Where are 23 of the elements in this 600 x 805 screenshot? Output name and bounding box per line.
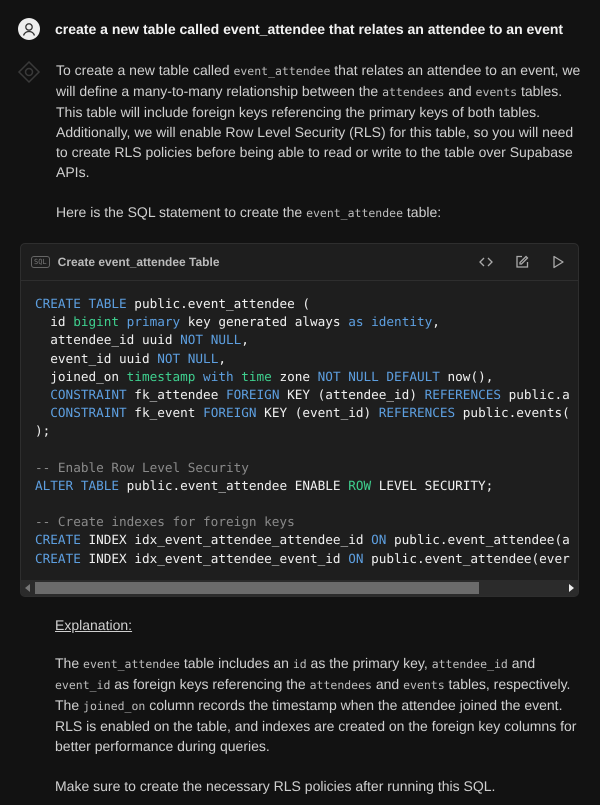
code-line: event_id uuid NOT NULL,: [49, 350, 227, 368]
code-line: CONSTRAINT fk_attendee FOREIGN KEY (attendee_id) REFERENCES public.a: [49, 386, 571, 404]
explanation-paragraph: The event_attendee table includes an id as the primary key, attendee_id and event_id as foreign keys referencing the attendees and events tables, respectively. The joined_on column records the timestamp when the attendee joined the event. RLS is enabled on the table, and indexes are created on the foreign key columns for better performance during queries.: [55, 654, 578, 756]
code-line: ALTER TABLE public.event_attendee ENABLE ROW LEVEL SECURITY;: [35, 476, 494, 495]
assistant-paragraph: Here is the SQL statement to create the event_attendee table:: [56, 203, 442, 222]
code-line: -- Enable Row Level Security: [35, 458, 250, 477]
assistant-paragraph: To create a new table called event_attendee that relates an attendee to an event, we will define a many-to-many relationship between the attendees and events tables. This table will include foreign keys referencing the primary keys of both tables. Additionally, we will enable Row Level Security (RLS) for this table, so you will need to create RLS policies before being able to read or write to the table over Supabase APIs.: [56, 61, 582, 182]
code-line: id bigint primary key generated always as identity,: [49, 313, 441, 332]
code-line: -- Create indexes for foreign keys: [35, 513, 296, 532]
code-block-title: Create event_attendee Table: [58, 255, 220, 269]
assistant-diamond-icon: [17, 60, 41, 84]
user-avatar-icon: [18, 18, 40, 40]
code-line: CREATE INDEX idx_event_attendee_event_id ON public.event_attendee(ever: [35, 550, 571, 568]
horizontal-scrollbar[interactable]: [21, 580, 578, 596]
code-line: CONSTRAINT fk_event FOREIGN KEY (event_id) REFERENCES public.events(: [49, 404, 571, 422]
code-line: joined_on timestamp with time zone NOT NULL DEFAULT now(),: [49, 368, 494, 386]
explanation-heading: Explanation:: [55, 616, 134, 633]
code-line: CREATE TABLE public.event_attendee (: [35, 295, 311, 313]
code-line: );: [35, 422, 52, 440]
code-line: attendee_id uuid NOT NULL,: [49, 331, 250, 350]
user-message: create a new table called event_attendee that relates an attendee to an event: [55, 21, 564, 37]
explanation-paragraph: Make sure to create the necessary RLS policies after running this SQL.: [55, 776, 496, 796]
code-line: CREATE INDEX idx_event_attendee_attendee_id ON public.event_attendee(a: [35, 531, 571, 550]
